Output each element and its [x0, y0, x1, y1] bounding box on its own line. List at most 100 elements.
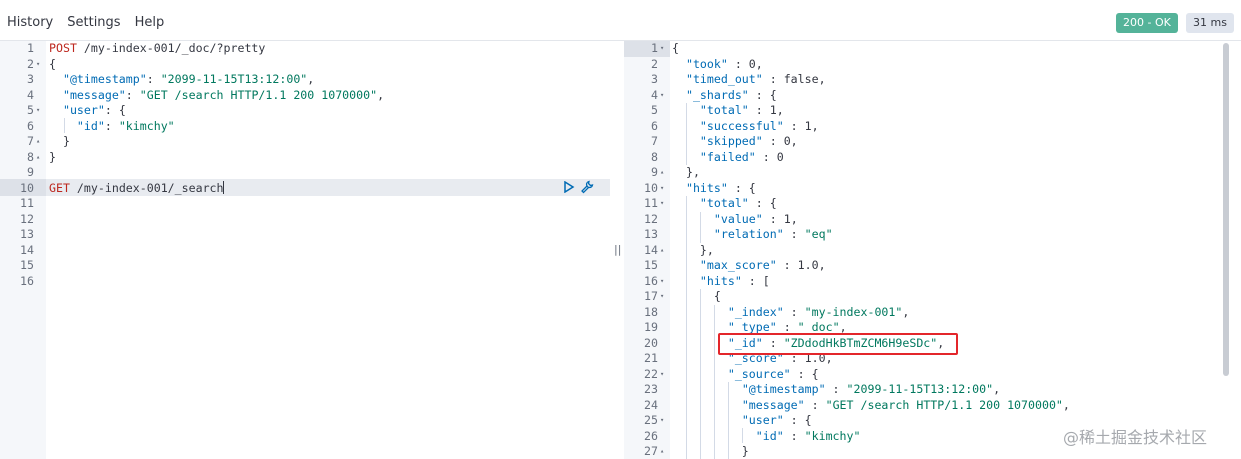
indent-guide [686, 196, 687, 459]
line-number: 9 [651, 165, 658, 179]
fold-toggle-icon[interactable]: ▾ [36, 103, 40, 119]
code-line: { [49, 56, 56, 71]
fold-toggle-icon[interactable]: ▾ [660, 41, 664, 57]
indent-guide [700, 289, 701, 459]
line-number: 15 [644, 258, 658, 272]
code-line: } [49, 134, 70, 148]
line-number: 4 [27, 87, 34, 102]
line-number: 4 [651, 87, 658, 102]
indent-guide [700, 212, 701, 243]
code-line: "successful" : 1, [699, 118, 819, 133]
code-line: "user" : { [741, 413, 812, 427]
line-number: 21 [644, 351, 658, 365]
fold-toggle-icon[interactable]: ▾ [660, 88, 664, 104]
fold-toggle-icon[interactable]: ▾ [660, 413, 664, 429]
line-number: 15 [20, 258, 34, 272]
line-number: 3 [27, 72, 34, 86]
line-number: 16 [644, 273, 658, 288]
line-number: 9 [27, 165, 34, 179]
code-line: "@timestamp": "2099-11-15T13:12:00", [62, 72, 315, 86]
line-number: 24 [644, 397, 658, 412]
indent-guide [728, 382, 729, 459]
line-number: 2 [27, 56, 34, 71]
line-number: 8 [27, 149, 34, 164]
wrench-icon[interactable] [580, 180, 594, 194]
code-line: "max_score" : 1.0, [699, 258, 826, 272]
code-line: GET /my-index-001/_search [49, 180, 224, 195]
code-line: "timed_out" : false, [685, 72, 826, 86]
code-line: }, [672, 165, 700, 179]
code-line: "_shards" : { [685, 87, 777, 102]
fold-toggle-icon[interactable]: ▴ [36, 150, 40, 166]
fold-toggle-icon[interactable]: ▾ [660, 274, 664, 290]
code-line: "message": "GET /search HTTP/1.1 200 107… [62, 87, 385, 102]
fold-toggle-icon[interactable]: ▴ [36, 134, 40, 150]
indent-guide [714, 305, 715, 459]
line-number: 19 [644, 320, 658, 334]
line-number: 6 [651, 118, 658, 133]
text-cursor [223, 181, 224, 194]
fold-toggle-icon[interactable]: ▴ [660, 165, 664, 181]
line-number: 11 [644, 196, 658, 210]
line-number: 13 [644, 227, 658, 241]
indent-guide [742, 428, 743, 443]
fold-toggle-icon[interactable]: ▾ [36, 57, 40, 73]
code-line: "relation" : "eq" [713, 227, 833, 241]
code-line: "user": { [62, 103, 126, 117]
code-line: "took" : 0, [685, 56, 763, 71]
line-number: 10 [644, 180, 658, 195]
indent-guide [686, 103, 687, 165]
console-toolbar: History Settings Help 200 - OK 31 ms [0, 0, 1241, 41]
line-number: 20 [644, 335, 658, 350]
history-menu-item[interactable]: History [7, 15, 53, 30]
code-line: "total" : 1, [699, 103, 784, 117]
request-time-badge: 31 ms [1186, 13, 1234, 33]
line-number: 14 [20, 242, 34, 257]
line-number: 1 [651, 41, 658, 55]
code-line: { [672, 41, 679, 55]
line-number: 5 [27, 103, 34, 117]
line-number: 5 [651, 103, 658, 117]
status-badge: 200 - OK [1116, 13, 1178, 33]
code-line: { [672, 289, 721, 303]
line-number: 10 [20, 180, 34, 195]
panel-resize-handle[interactable]: || [614, 243, 621, 256]
indent-guide [64, 118, 65, 133]
fold-toggle-icon[interactable]: ▾ [660, 181, 664, 197]
settings-menu-item[interactable]: Settings [67, 15, 120, 30]
id-highlight-box [718, 333, 958, 355]
response-scrollbar[interactable] [1223, 43, 1229, 376]
code-line: "total" : { [699, 196, 777, 210]
line-number: 26 [644, 428, 658, 443]
line-number: 7 [27, 134, 34, 148]
fold-toggle-icon[interactable]: ▾ [660, 196, 664, 212]
line-number: 25 [644, 413, 658, 427]
run-request-icon[interactable] [563, 181, 575, 193]
fold-toggle-icon[interactable]: ▴ [660, 243, 664, 259]
code-line: "value" : 1, [713, 211, 798, 226]
fold-toggle-icon[interactable]: ▾ [660, 289, 664, 305]
line-number: 18 [644, 304, 658, 319]
code-line: "message" : "GET /search HTTP/1.1 200 10… [741, 397, 1070, 412]
code-line: "skipped" : 0, [699, 134, 798, 148]
line-number: 6 [27, 118, 34, 133]
fold-toggle-icon[interactable]: ▴ [660, 444, 664, 459]
help-menu-item[interactable]: Help [135, 15, 165, 30]
line-number: 8 [651, 149, 658, 164]
code-line: "hits" : { [685, 180, 756, 195]
line-number: 12 [20, 211, 34, 226]
line-number: 22 [644, 366, 658, 381]
fold-toggle-icon[interactable]: ▾ [660, 367, 664, 383]
code-line: "id": "kimchy" [76, 118, 175, 133]
line-number: 16 [20, 273, 34, 288]
code-line: }, [672, 242, 714, 257]
code-line: "_index" : "my-index-001", [727, 304, 910, 319]
line-number: 2 [651, 56, 658, 71]
code-line: } [672, 444, 749, 458]
line-number: 23 [644, 382, 658, 396]
code-line: "_source" : { [727, 366, 819, 381]
code-line: "failed" : 0 [699, 149, 784, 164]
line-number: 13 [20, 227, 34, 241]
line-number: 27 [644, 444, 658, 458]
line-number: 14 [644, 242, 658, 257]
